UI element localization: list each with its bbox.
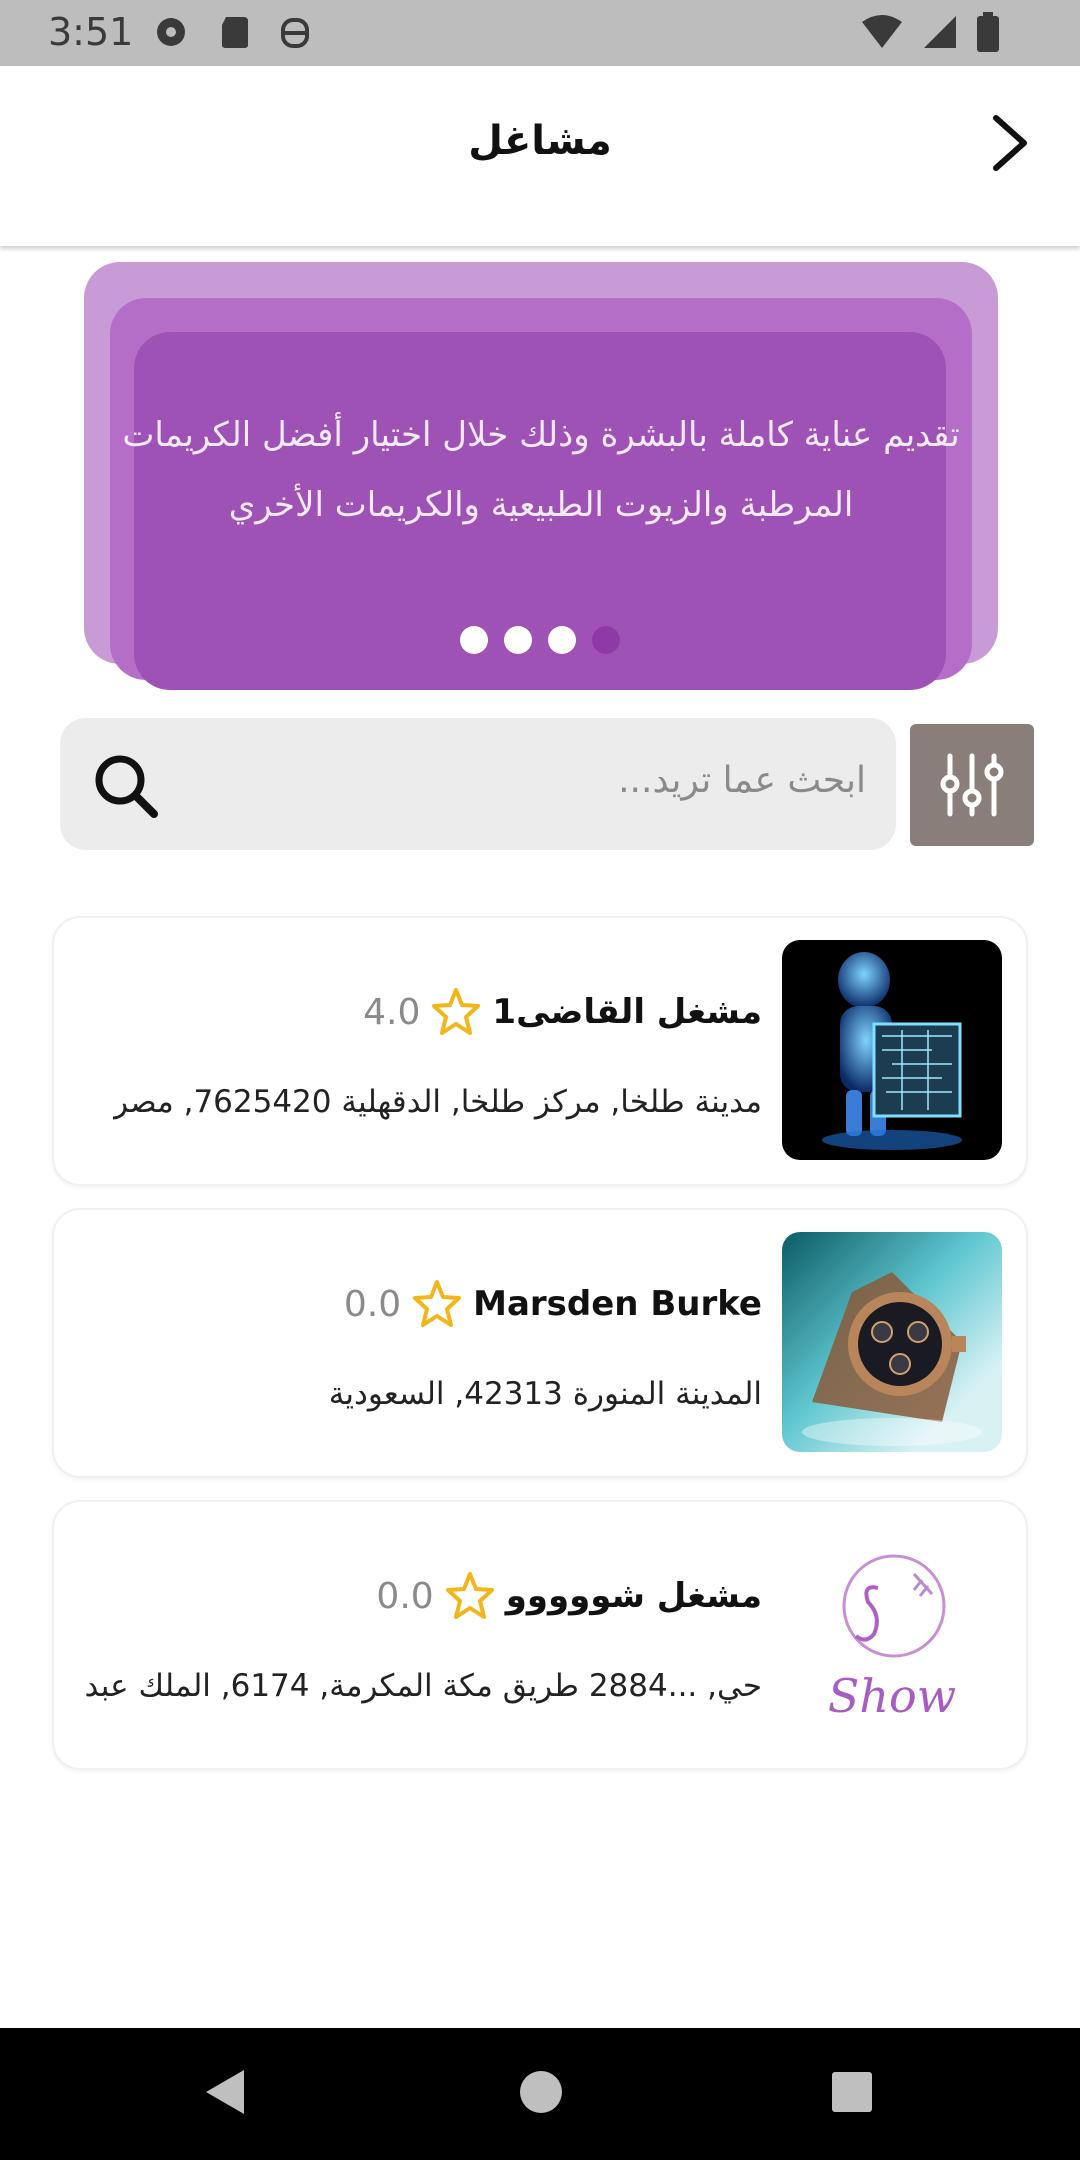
banner-carousel[interactable]: تقديم عناية كاملة بالبشرة وذلك خلال اختي… [84, 262, 998, 692]
sd-card-icon [222, 17, 248, 48]
workshop-rating: 4.0 [363, 991, 421, 1033]
star-icon [432, 988, 481, 1035]
workshop-name: Marsden Burke [473, 1284, 762, 1324]
media-icon [157, 18, 185, 46]
watch-image [782, 1232, 1002, 1452]
battery-icon [977, 12, 999, 52]
recents-square-icon[interactable] [830, 2066, 874, 2118]
wifi-icon [862, 15, 902, 48]
show-logo-text: Show [828, 1669, 956, 1723]
carousel-dots [460, 626, 620, 654]
status-right-icons [860, 12, 1000, 52]
accessibility-icon [281, 18, 309, 48]
workshop-address: مدينة طلخا, مركز طلخا, الدقهلية 7625420,… [113, 1084, 762, 1120]
search-input[interactable]: ابحث عما تريد... [60, 718, 896, 850]
home-circle-icon[interactable] [518, 2066, 564, 2118]
workshop-rating: 0.0 [376, 1575, 434, 1617]
system-nav-bar [0, 2028, 1080, 2160]
workshop-name: مشغل شووووو [505, 1576, 762, 1616]
carousel-dot[interactable] [504, 626, 532, 654]
workshop-rating: 0.0 [343, 1283, 402, 1325]
page-title: مشاغل [468, 118, 612, 164]
status-bar: 3:51 [0, 0, 1080, 66]
workshop-address: حي, ...2884 طريق مكة المكرمة, 6174, المل… [84, 1668, 762, 1704]
banner-text: تقديم عناية كاملة بالبشرة وذلك خلال اختي… [122, 415, 960, 525]
star-icon [413, 1280, 462, 1327]
carousel-dot[interactable] [460, 626, 488, 654]
workshop-card[interactable]: Marsden Burke 0.0 المدينة المنورة 42313,… [54, 1210, 1026, 1476]
search-icon[interactable] [90, 750, 162, 822]
search-placeholder: ابحث عما تريد... [618, 760, 866, 801]
workshop-card[interactable]: مشغل القاضى1 4.0 مدينة طلخا, مركز طلخا, … [54, 918, 1026, 1184]
workshop-name-row: مشغل القاضى1 4.0 [363, 986, 762, 1038]
workshop-name-row: مشغل شووووو 0.0 [376, 1570, 762, 1622]
workshop-name: مشغل القاضى1 [492, 992, 762, 1032]
workshop-name-row: Marsden Burke 0.0 [344, 1278, 762, 1330]
filter-button[interactable] [910, 724, 1034, 846]
carousel-dot-active[interactable] [592, 626, 620, 654]
workshop-address: المدينة المنورة 42313, السعودية [328, 1376, 762, 1412]
signal-icon [924, 16, 956, 48]
robot-circuit-image [782, 940, 1002, 1160]
sliders-icon [940, 753, 1004, 817]
screen: 3:51 مشاغل تقديم عناية كاملة بالبشرة وذل… [0, 0, 1080, 2160]
back-triangle-icon[interactable] [200, 2066, 248, 2118]
status-time: 3:51 [48, 10, 134, 54]
workshop-card[interactable]: Show مشغل شووووو 0.0 حي, ...2884 طريق مك… [54, 1502, 1026, 1768]
star-icon [445, 1572, 494, 1619]
show-logo-image: Show [782, 1524, 1002, 1744]
carousel-dot[interactable] [548, 626, 576, 654]
app-bar: مشاغل [0, 66, 1080, 246]
chevron-right-icon[interactable] [974, 108, 1044, 178]
